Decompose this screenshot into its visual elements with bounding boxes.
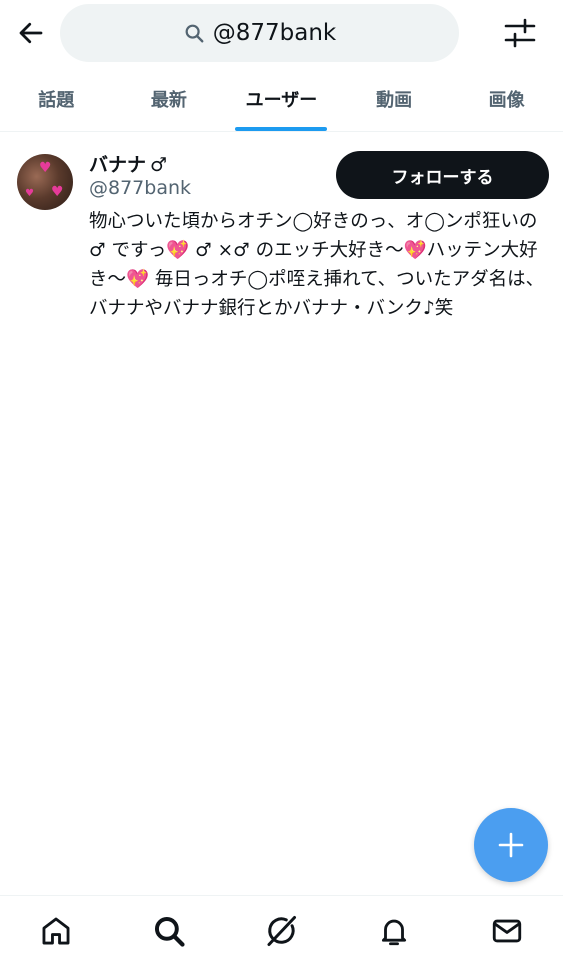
name-line: バナナ ♂ [89, 150, 167, 177]
compose-fab-button[interactable] [474, 808, 548, 882]
nav-notifications[interactable] [338, 896, 451, 970]
active-tab-indicator [235, 127, 328, 131]
back-arrow-icon [19, 22, 43, 44]
mail-icon [492, 919, 521, 943]
nav-messages[interactable] [450, 896, 563, 970]
tab-label: 話題 [38, 89, 75, 111]
display-name[interactable]: バナナ [89, 150, 146, 177]
avatar[interactable]: ♥ ♥ ♥ [17, 154, 73, 210]
nav-grok[interactable] [225, 896, 338, 970]
nav-home[interactable] [0, 896, 113, 970]
follow-button[interactable]: フォローする [336, 151, 549, 199]
user-handle: @877bank [89, 177, 192, 199]
search-query-text: @877bank [212, 20, 337, 46]
filter-button[interactable] [500, 14, 540, 52]
top-bar: @877bank [0, 0, 563, 66]
back-button[interactable] [12, 14, 50, 52]
bottom-nav [0, 895, 563, 970]
user-bio: 物心ついた頃からオチン◯好きのっ、オ◯ンポ狂いの♂ ですっ💖 ♂ ×♂ のエッチ… [89, 211, 545, 319]
filter-sliders-icon [504, 18, 536, 48]
tab-label: ユーザー [245, 89, 318, 111]
heart-icon: ♥ [51, 184, 64, 200]
tab-latest[interactable]: 最新 [113, 66, 226, 131]
tab-images[interactable]: 画像 [450, 66, 563, 131]
male-sign-icon: ♂ [150, 154, 168, 176]
nav-search[interactable] [113, 896, 226, 970]
tab-label: 画像 [488, 89, 525, 111]
bell-icon [382, 919, 407, 946]
search-icon [154, 916, 185, 947]
tab-users[interactable]: ユーザー [225, 66, 338, 131]
search-input[interactable]: @877bank [60, 4, 459, 62]
plus-icon [498, 832, 524, 858]
search-tabs: 話題 最新 ユーザー 動画 画像 [0, 66, 563, 132]
search-icon [183, 22, 205, 44]
home-icon [42, 917, 70, 945]
tab-label: 最新 [150, 89, 187, 111]
grok-icon [267, 916, 297, 946]
tab-videos[interactable]: 動画 [338, 66, 451, 131]
heart-icon: ♥ [25, 188, 34, 199]
heart-icon: ♥ [39, 160, 52, 176]
tab-label: 動画 [376, 89, 413, 111]
tab-trending[interactable]: 話題 [0, 66, 113, 131]
